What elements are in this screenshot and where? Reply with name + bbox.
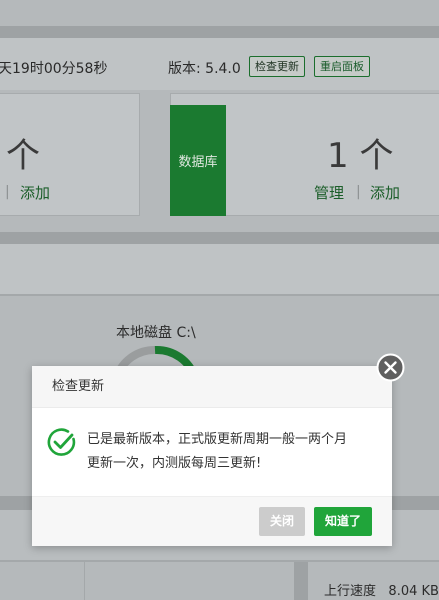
section-divider	[0, 232, 439, 244]
check-update-dialog: 检查更新 已是最新版本，正式版更新周期一般一两个月 更新一次，内测版每周三更新!…	[32, 366, 392, 546]
upload-speed-text: 上行速度	[324, 584, 377, 599]
link-separator: |	[356, 184, 361, 200]
site-count: 个	[6, 136, 40, 176]
database-manage-link[interactable]: 管理	[314, 182, 344, 203]
dialog-message-line: 更新一次，内测版每周三更新!	[87, 456, 262, 471]
version-label: 版本: 5.4.0	[168, 61, 241, 77]
close-button[interactable]: 关闭	[259, 507, 306, 536]
upload-speed-label: 上行速度 8.04 KB	[324, 580, 439, 599]
upload-speed-value: 8.04 KB	[388, 584, 439, 599]
section-divider	[0, 26, 439, 38]
database-badge: 数据库	[170, 105, 226, 216]
dialog-title: 检查更新	[32, 366, 392, 408]
dialog-body: 已是最新版本，正式版更新周期一般一两个月 更新一次，内测版每周三更新!	[32, 408, 392, 496]
column-divider	[84, 562, 85, 600]
database-add-link[interactable]: 添加	[370, 182, 400, 203]
database-count: 1 个	[327, 136, 394, 176]
panel-border	[0, 294, 439, 296]
success-check-icon	[47, 428, 76, 456]
dialog-message-line: 已是最新版本，正式版更新周期一般一两个月	[87, 432, 348, 447]
database-badge-label: 数据库	[178, 155, 218, 170]
disk-label: 本地磁盘 C:\	[116, 325, 196, 341]
restart-panel-button[interactable]: 重启面板	[314, 56, 370, 77]
column-gap	[294, 562, 308, 600]
panel-border	[0, 560, 439, 562]
check-update-button[interactable]: 检查更新	[249, 56, 305, 77]
ok-button[interactable]: 知道了	[314, 507, 373, 536]
uptime-text: 天19时00分58秒	[0, 61, 108, 77]
dialog-message: 已是最新版本，正式版更新周期一般一两个月 更新一次，内测版每周三更新!	[87, 428, 376, 476]
dialog-footer: 关闭 知道了	[32, 496, 392, 546]
link-separator: |	[5, 184, 10, 200]
close-icon[interactable]	[376, 353, 405, 382]
section-header-panel	[0, 244, 439, 294]
site-add-link[interactable]: 添加	[20, 182, 50, 203]
